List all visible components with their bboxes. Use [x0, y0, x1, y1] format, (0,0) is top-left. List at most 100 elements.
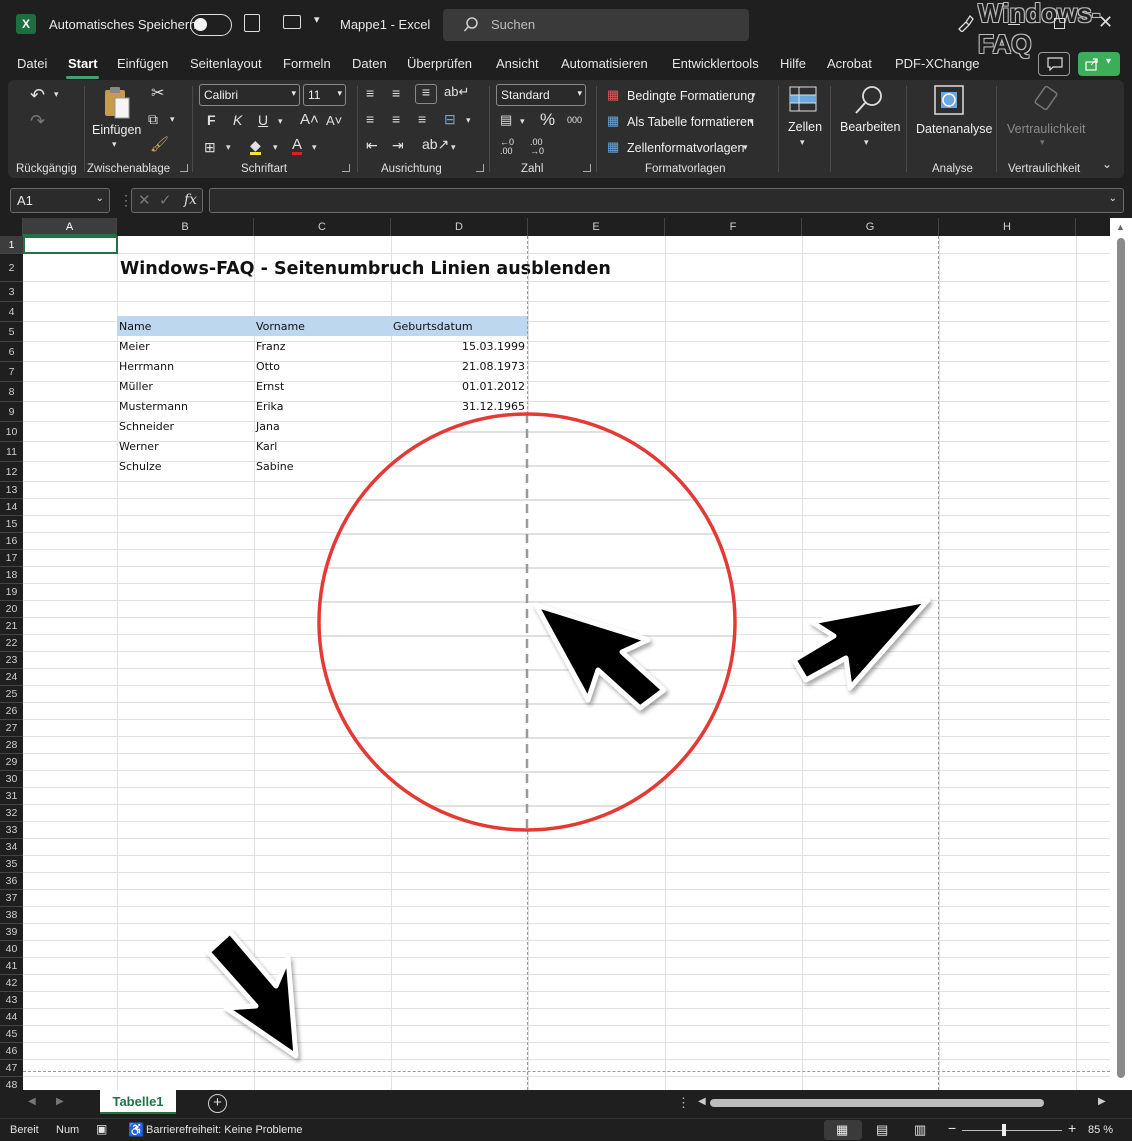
chevron-down-icon[interactable]: ▾ [864, 138, 869, 147]
row-header[interactable]: 23 [0, 652, 23, 669]
row-header[interactable]: 16 [0, 533, 23, 550]
table-header-vorname[interactable]: Vorname [256, 320, 305, 333]
row-header[interactable]: 42 [0, 975, 23, 992]
cells-area[interactable]: Windows-FAQ - Seitenumbruch Linien ausbl… [23, 236, 1110, 1090]
row-header[interactable]: 27 [0, 720, 23, 737]
paste-dropdown-icon[interactable]: ▾ [112, 140, 117, 149]
percent-style-icon[interactable]: % [540, 111, 555, 128]
cells-button[interactable]: Zellen [788, 120, 822, 134]
name-box[interactable]: A1 ⌄ [10, 188, 110, 213]
row-header[interactable]: 24 [0, 669, 23, 686]
format-painter-icon[interactable]: 🖌 [150, 137, 169, 152]
decrease-decimal-icon[interactable]: .00 →0 [530, 138, 544, 156]
column-header-h[interactable]: H [939, 218, 1076, 236]
comments-button[interactable] [1038, 52, 1070, 76]
row-header[interactable]: 43 [0, 992, 23, 1009]
row-header[interactable]: 1 [0, 236, 23, 254]
horizontal-scroll-thumb[interactable] [710, 1099, 1044, 1107]
table-cell[interactable]: Otto [256, 360, 280, 373]
touch-mode-icon[interactable] [283, 15, 301, 29]
align-left-icon[interactable]: ≡ [366, 112, 374, 126]
font-name-select[interactable]: Calibri ▾ [199, 84, 300, 106]
font-color-dropdown-icon[interactable]: ▾ [312, 143, 317, 152]
zoom-slider-thumb[interactable] [1002, 1124, 1006, 1136]
cut-icon[interactable]: ✂ [151, 86, 164, 102]
zoom-slider[interactable] [962, 1130, 1062, 1131]
cell-styles-button[interactable]: Zellenformatvorlagen [627, 141, 744, 155]
accessibility-icon[interactable]: ♿ [128, 1122, 144, 1138]
decrease-indent-icon[interactable]: ⇤ [366, 138, 378, 152]
macro-record-icon[interactable]: ▣ [96, 1122, 107, 1136]
row-header[interactable]: 38 [0, 907, 23, 924]
table-cell[interactable]: 01.01.2012 [393, 380, 525, 393]
tab-ansicht[interactable]: Ansicht [496, 56, 539, 71]
number-format-select[interactable]: Standard ▾ [496, 84, 586, 106]
table-header-name[interactable]: Name [119, 320, 151, 333]
clipboard-launcher-icon[interactable] [180, 164, 188, 172]
paste-button[interactable]: Einfügen [92, 123, 141, 137]
column-header-g[interactable]: G [802, 218, 939, 236]
share-button[interactable]: ▾ [1078, 52, 1120, 76]
align-top-icon[interactable]: ≡ [366, 86, 374, 100]
table-cell[interactable]: Erika [256, 400, 283, 413]
row-header[interactable]: 9 [0, 402, 23, 422]
paste-icon[interactable] [102, 86, 132, 120]
tab-ueberpruefen[interactable]: Überprüfen [407, 56, 472, 71]
tab-einfuegen[interactable]: Einfügen [117, 56, 168, 71]
column-header-c[interactable]: C [254, 218, 391, 236]
orientation-icon[interactable]: ab↗ [422, 137, 449, 151]
row-header[interactable]: 21 [0, 618, 23, 635]
conditional-formatting-button[interactable]: Bedingte Formatierung [627, 89, 754, 103]
underline-dropdown-icon[interactable]: ▾ [278, 117, 283, 126]
borders-dropdown-icon[interactable]: ▾ [226, 143, 231, 152]
minimize-icon[interactable] [1008, 24, 1020, 25]
row-header[interactable]: 37 [0, 890, 23, 907]
customize-quick-access-icon[interactable]: ▾ [314, 13, 320, 26]
format-as-table-button[interactable]: Als Tabelle formatieren [627, 115, 754, 129]
column-header-b[interactable]: B [117, 218, 254, 236]
row-header[interactable]: 48 [0, 1077, 23, 1090]
font-size-select[interactable]: 11 ▾ [303, 84, 346, 106]
row-header[interactable]: 22 [0, 635, 23, 652]
row-header[interactable]: 8 [0, 382, 23, 402]
table-header-geburtsdatum[interactable]: Geburtsdatum [393, 320, 473, 333]
editing-button[interactable]: Bearbeiten [840, 120, 900, 134]
worksheet-grid[interactable]: A B C D E F G H 1 2 3 4 5 6 7 8 9 10 11 12 13 14 15 16 1… [0, 218, 1132, 1090]
chevron-down-icon[interactable]: ▾ [751, 91, 756, 100]
column-header-d[interactable]: D [391, 218, 528, 236]
row-header[interactable]: 40 [0, 941, 23, 958]
row-header[interactable]: 12 [0, 462, 23, 482]
table-cell[interactable]: Ernst [256, 380, 284, 393]
row-header[interactable]: 39 [0, 924, 23, 941]
add-sheet-icon[interactable]: + [208, 1094, 227, 1113]
wrap-text-icon[interactable]: ab↵ [444, 85, 469, 98]
align-bottom-icon[interactable]: ≡ [415, 84, 437, 104]
row-header[interactable]: 30 [0, 771, 23, 788]
merge-dropdown-icon[interactable]: ▾ [466, 116, 471, 125]
row-header[interactable]: 20 [0, 601, 23, 618]
copy-dropdown-icon[interactable]: ▾ [170, 115, 175, 124]
row-header[interactable]: 47 [0, 1060, 23, 1077]
table-cell[interactable]: Herrmann [119, 360, 174, 373]
accounting-dropdown-icon[interactable]: ▾ [520, 117, 525, 126]
tab-daten[interactable]: Daten [352, 56, 387, 71]
table-cell[interactable]: Schneider [119, 420, 174, 433]
designer-brush-icon[interactable] [956, 14, 974, 32]
zoom-level[interactable]: 85 % [1088, 1124, 1113, 1136]
alignment-launcher-icon[interactable] [476, 164, 484, 172]
row-header[interactable]: 29 [0, 754, 23, 771]
fill-color-icon[interactable]: ◆ [250, 138, 261, 155]
row-header[interactable]: 25 [0, 686, 23, 703]
prev-sheet-icon[interactable]: ◀ [28, 1096, 36, 1107]
underline-button[interactable]: U [258, 113, 268, 127]
copy-icon[interactable]: ⧉ [148, 112, 158, 126]
row-header[interactable]: 6 [0, 342, 23, 362]
tab-acrobat[interactable]: Acrobat [827, 56, 872, 71]
expand-formula-icon[interactable]: ⌄ [1109, 193, 1117, 204]
scroll-up-icon[interactable]: ▲ [1116, 222, 1125, 232]
column-header-f[interactable]: F [665, 218, 802, 236]
maximize-icon[interactable] [1054, 18, 1065, 29]
row-header[interactable]: 35 [0, 856, 23, 873]
undo-dropdown-icon[interactable]: ▾ [54, 90, 59, 99]
accounting-format-icon[interactable]: ▤ [500, 113, 512, 126]
